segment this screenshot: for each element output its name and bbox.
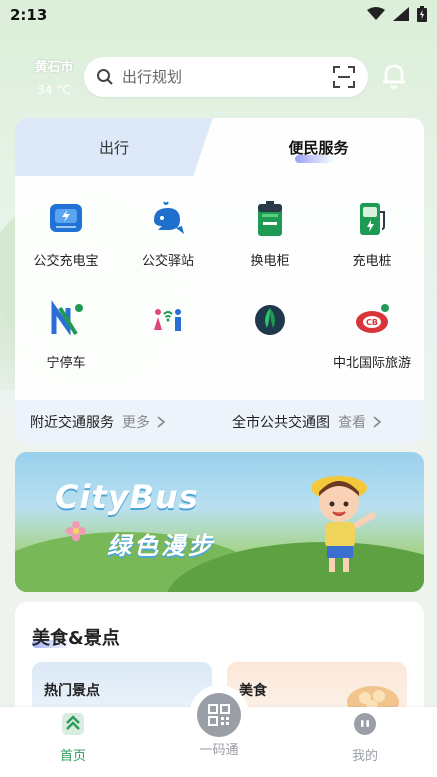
search-icon [97, 69, 113, 85]
flower-icon [66, 521, 86, 541]
qr-code-icon [197, 693, 241, 737]
charging-pile-icon [350, 196, 394, 240]
service-label: 充电桩 [352, 254, 392, 269]
search-bar[interactable] [84, 57, 368, 97]
restroom-wifi-icon [146, 298, 190, 342]
battery-status-icon [417, 6, 427, 22]
wifi-icon [367, 7, 385, 20]
search-input[interactable] [120, 67, 332, 87]
card-footer: 附近交通服务 更多 全市公共交通图 查看 [15, 400, 424, 444]
nav-qr-label-wrap[interactable]: 一码通 [169, 735, 269, 758]
temperature: 34 °C [37, 83, 71, 97]
section-title: 美食&景点 [32, 628, 120, 649]
zhongbei-logo-icon: CB [350, 298, 394, 342]
service-item-zhongbei-travel[interactable]: CB 中北国际旅游 [321, 298, 423, 371]
service-label: 中北国际旅游 [332, 356, 411, 371]
battery-icon [248, 196, 292, 240]
bottom-nav: 首页 一码通 我的 [0, 685, 437, 777]
notification-bell-icon[interactable] [378, 60, 410, 92]
whale-icon [146, 196, 190, 240]
weather-widget[interactable]: 黄石市 34 °C [30, 56, 78, 97]
service-card: 出行 便民服务 公交充电宝 公交驿站 换电柜 充电桩 宁停车 CB 中北国际旅游… [15, 118, 424, 444]
service-item-power-bank[interactable]: 公交充电宝 [15, 196, 117, 269]
power-bank-icon [44, 196, 88, 240]
chevron-right-icon [373, 416, 382, 428]
view-link: 查看 [338, 415, 366, 431]
home-icon [62, 713, 84, 735]
service-item-battery-swap[interactable]: 换电柜 [219, 196, 321, 269]
scan-icon[interactable] [332, 65, 356, 89]
tab-active-indicator [295, 155, 335, 163]
parking-n-icon [44, 298, 88, 342]
banner-title-en: CityBus [55, 478, 199, 516]
card-title: 热门景点 [44, 683, 100, 699]
service-tabs: 出行 便民服务 [15, 118, 424, 176]
citybus-banner[interactable]: CityBus 绿色漫步 [15, 452, 424, 592]
profile-icon [354, 713, 376, 735]
tab-travel[interactable]: 出行 [15, 118, 213, 176]
nav-home[interactable]: 首页 [23, 711, 123, 764]
service-label: 宁停车 [46, 356, 86, 371]
service-label: 公交驿站 [141, 254, 194, 269]
status-bar: 2:13 [0, 0, 437, 30]
service-item-parking[interactable]: 宁停车 [15, 298, 117, 371]
nearby-transport-link[interactable]: 附近交通服务 更多 [30, 412, 168, 432]
svg-text:CB: CB [366, 318, 378, 327]
banner-title-cn: 绿色漫步 [107, 532, 215, 560]
status-time: 2:13 [10, 6, 48, 24]
nav-profile[interactable]: 我的 [315, 711, 415, 764]
chevron-right-icon [157, 416, 166, 428]
service-item-bus-station[interactable]: 公交驿站 [117, 196, 219, 269]
service-label: 换电柜 [250, 254, 290, 269]
flame-logo-icon [248, 298, 292, 342]
service-label: 公交充电宝 [33, 254, 99, 269]
service-item-restroom[interactable] [117, 298, 219, 352]
status-icons [367, 6, 427, 22]
city-name: 黄石市 [34, 60, 74, 75]
more-link: 更多 [122, 415, 150, 431]
tab-convenience-services[interactable]: 便民服务 [213, 118, 424, 176]
banner-kid-illustration [311, 476, 377, 572]
service-item-charging-pile[interactable]: 充电桩 [321, 196, 423, 269]
service-item-energy[interactable] [219, 298, 321, 352]
transit-map-link[interactable]: 全市公共交通图 查看 [232, 412, 384, 432]
transit-map-title: 全市公共交通图 [232, 415, 330, 431]
nav-label: 首页 [59, 749, 86, 764]
nearby-transport-title: 附近交通服务 [30, 415, 114, 431]
nav-label: 我的 [351, 749, 378, 764]
signal-icon [393, 7, 409, 21]
nav-label: 一码通 [199, 743, 239, 758]
